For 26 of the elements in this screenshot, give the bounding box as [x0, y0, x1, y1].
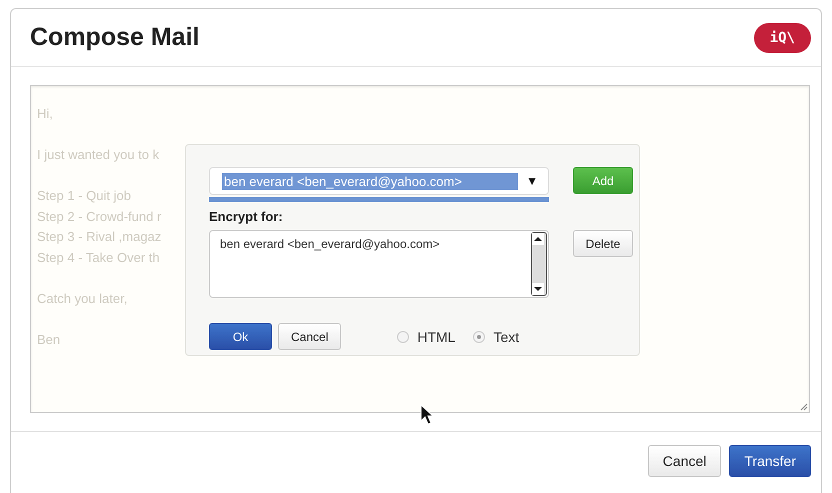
message-line: Catch you later, — [37, 290, 128, 308]
ok-button[interactable]: Ok — [209, 323, 272, 350]
scrollbar[interactable] — [531, 232, 547, 296]
recipient-dropdown[interactable]: ben everard <ben_everard@yahoo.com> ▼ — [209, 167, 549, 195]
scroll-down-icon[interactable] — [532, 283, 544, 295]
cancel-button[interactable]: Cancel — [278, 323, 342, 350]
format-radio[interactable]: Text — [473, 328, 520, 344]
recipient-item[interactable]: ben everard <ben_everard@yahoo.com> — [220, 237, 520, 251]
message-line: Step 2 - Crowd-fund r — [37, 208, 162, 226]
scroll-up-icon[interactable] — [532, 233, 544, 245]
logo-badge: iQ\ — [754, 22, 811, 52]
window-title: Compose Mail — [30, 23, 200, 52]
delete-button[interactable]: Delete — [573, 230, 633, 257]
transfer-button[interactable]: Transfer — [729, 444, 811, 476]
message-line: Step 4 - Take Over th — [37, 248, 160, 267]
message-line: Step 3 - Rival ,magaz — [37, 228, 162, 246]
message-line: Ben — [37, 330, 60, 348]
mouse-pointer-icon — [420, 404, 434, 426]
encrypt-label: Encrypt for: — [209, 209, 284, 224]
message-line: Hi, — [37, 105, 53, 123]
message-line: Step 1 - Quit job — [37, 187, 131, 205]
cancel-button[interactable]: Cancel — [648, 444, 722, 476]
message-line: I just wanted you to k — [37, 146, 160, 164]
recipient-list[interactable]: ben everard <ben_everard@yahoo.com> — [209, 230, 549, 298]
resize-grip-icon[interactable] — [800, 403, 808, 411]
format-radio[interactable]: HTML — [397, 328, 456, 344]
